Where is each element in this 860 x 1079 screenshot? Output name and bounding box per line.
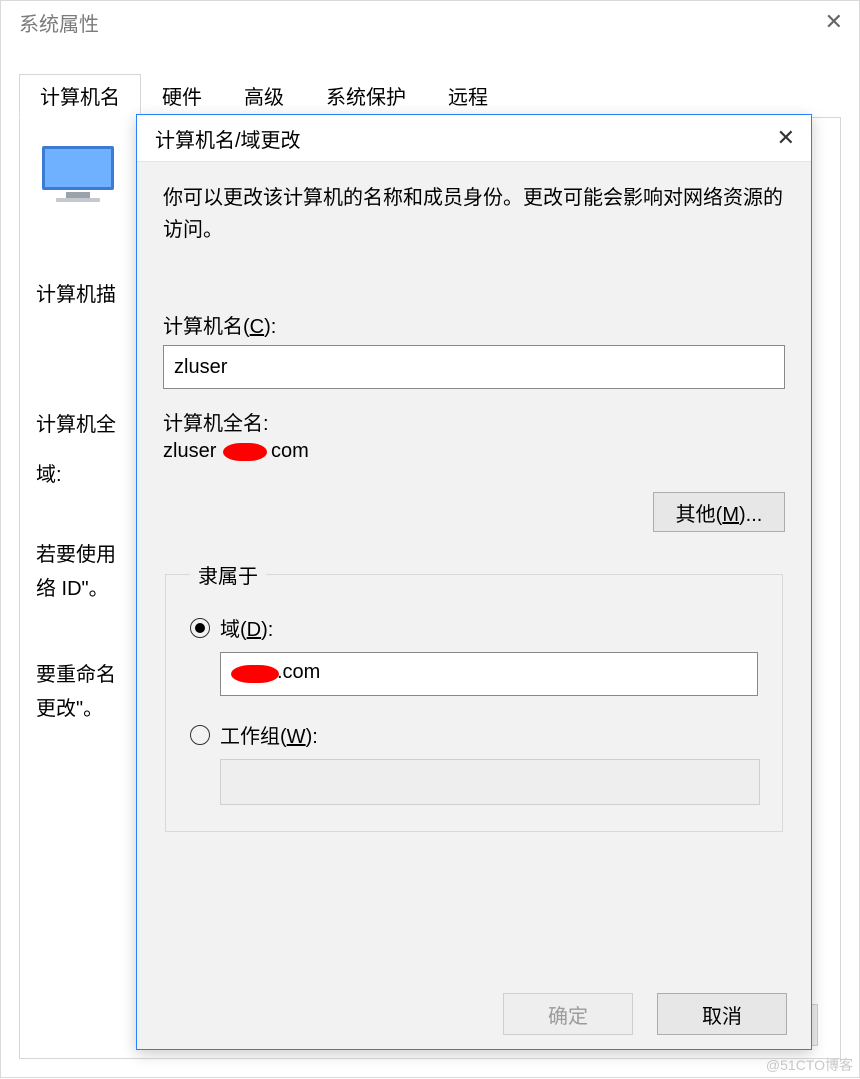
tab-advanced[interactable]: 高级 <box>223 74 305 118</box>
modal-body: 你可以更改该计算机的名称和成员身份。更改可能会影响对网络资源的访问。 计算机名(… <box>137 162 811 832</box>
more-button[interactable]: 其他(M)... <box>653 492 785 532</box>
netid-text-line1: 若要使用 <box>36 538 116 567</box>
redaction-mark <box>231 665 279 683</box>
parent-titlebar: 系统属性 ✕ <box>1 1 859 43</box>
domain-label: 域: <box>36 458 62 487</box>
domain-radio-label: 域(D): <box>220 613 273 642</box>
computer-fullname-label: 计算机全 <box>36 408 116 437</box>
close-icon[interactable]: ✕ <box>825 9 843 35</box>
modal-ok-button: 确定 <box>503 993 633 1035</box>
computer-name-label: 计算机名(C): <box>163 310 785 339</box>
watermark: @51CTO博客 <box>766 1055 853 1075</box>
computer-description-label: 计算机描 <box>36 278 116 307</box>
close-icon[interactable]: ✕ <box>777 125 795 151</box>
redaction-mark <box>223 443 267 461</box>
member-of-legend: 隶属于 <box>190 560 266 589</box>
tab-strip: 计算机名 硬件 高级 系统保护 远程 <box>19 73 841 118</box>
domain-input[interactable]: .com <box>220 652 758 696</box>
netid-text-line2: 络 ID"。 <box>36 572 109 601</box>
computer-name-domain-change-dialog: 计算机名/域更改 ✕ 你可以更改该计算机的名称和成员身份。更改可能会影响对网络资… <box>136 114 812 1050</box>
tab-system-protection[interactable]: 系统保护 <box>305 74 427 118</box>
rename-text-line1: 要重命名 <box>36 658 116 687</box>
workgroup-input <box>220 759 760 805</box>
full-computer-name-label: 计算机全名: <box>163 407 785 436</box>
computer-name-input[interactable] <box>163 345 785 389</box>
monitor-icon <box>36 142 124 206</box>
parent-title: 系统属性 <box>19 8 99 37</box>
member-of-group: 隶属于 域(D): .com 工作组(W): <box>165 560 783 832</box>
workgroup-radio-label: 工作组(W): <box>220 720 318 749</box>
domain-radio[interactable] <box>190 618 210 638</box>
workgroup-radio[interactable] <box>190 725 210 745</box>
tab-remote[interactable]: 远程 <box>427 74 509 118</box>
modal-footer: 确定 取消 <box>137 979 811 1049</box>
tab-computer-name[interactable]: 计算机名 <box>19 74 141 118</box>
full-computer-name-value: zluser com <box>163 440 785 468</box>
modal-titlebar: 计算机名/域更改 ✕ <box>137 115 811 162</box>
tab-hardware[interactable]: 硬件 <box>141 74 223 118</box>
domain-radio-row[interactable]: 域(D): <box>190 613 758 642</box>
modal-cancel-button[interactable]: 取消 <box>657 993 787 1035</box>
modal-description: 你可以更改该计算机的名称和成员身份。更改可能会影响对网络资源的访问。 <box>163 182 785 246</box>
rename-text-line2: 更改"。 <box>36 692 103 721</box>
workgroup-radio-row[interactable]: 工作组(W): <box>190 720 758 749</box>
modal-title: 计算机名/域更改 <box>155 124 301 153</box>
